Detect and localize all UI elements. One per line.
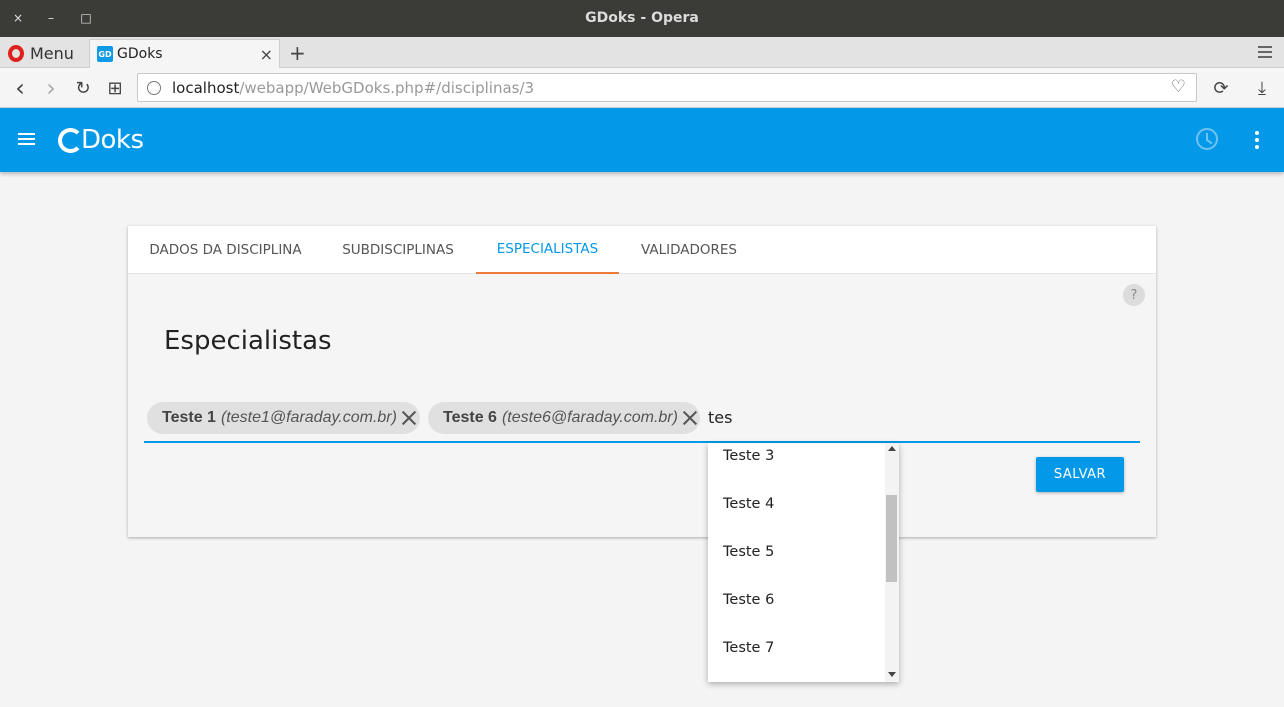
browser-navbar: ‹ › ↻ ⊞ localhost /webapp/WebGDoks.php#/… [0,68,1284,108]
reload-button[interactable]: ↻ [72,77,94,99]
chip-especialista: Teste 1 (teste1@faraday.com.br) [147,402,420,434]
menu-icon[interactable] [18,133,35,148]
speed-dial-icon[interactable]: ⊞ [104,77,126,99]
window-title: GDoks - Opera [585,10,699,26]
back-button[interactable]: ‹ [9,74,31,102]
dropdown-option[interactable]: Teste 3 [723,448,774,464]
tab-menu-icon[interactable] [1258,46,1272,61]
chip-search-input[interactable]: tes [708,408,732,427]
chip-email: (teste6@faraday.com.br) [501,409,678,426]
logo-g-mark [58,127,83,153]
chip-remove-icon[interactable] [400,409,418,427]
chip-name: Teste 1 [162,409,216,426]
sync-icon[interactable]: ⟳ [1210,77,1232,99]
forward-button[interactable]: › [40,74,62,102]
tab-subdisciplinas[interactable]: SUBDISCIPLINAS [323,226,473,274]
gdoks-favicon-icon: GD [97,46,113,62]
section-title: Especialistas [164,326,332,356]
tab-validadores[interactable]: VALIDADORES [619,226,759,274]
url-path: /webapp/WebGDoks.php#/disciplinas/3 [239,78,535,97]
dropdown-option[interactable]: Teste 5 [723,544,774,560]
chip-name: Teste 6 [443,409,497,426]
tab-title: GDoks [117,46,163,62]
app-header: Doks [0,108,1284,172]
chip-remove-icon[interactable] [681,409,699,427]
url-host: localhost [172,78,240,97]
card-tabs: DADOS DA DISCIPLINA SUBDISCIPLINAS ESPEC… [128,226,1156,274]
more-vert-icon[interactable] [1255,131,1261,152]
logo-text: Doks [81,125,144,155]
browser-tabstrip: Menu GD GDoks × + [0,37,1284,68]
especialistas-chip-input[interactable]: Teste 1 (teste1@faraday.com.br) Teste 6 … [144,400,1140,443]
opera-menu-button[interactable]: Menu [8,43,74,63]
tab-especialistas[interactable]: ESPECIALISTAS [476,226,619,274]
browser-tab-gdoks[interactable]: GD GDoks × [89,39,280,68]
save-button[interactable]: SALVAR [1036,457,1124,492]
scrollbar-thumb[interactable] [886,495,897,582]
scroll-up-arrow-icon[interactable] [888,446,896,451]
tab-close-icon[interactable]: × [260,45,273,64]
dropdown-option[interactable]: Teste 4 [723,496,774,512]
dropdown-scrollbar[interactable] [885,443,899,682]
dropdown-option[interactable]: Teste 6 [723,592,774,608]
gdoks-logo: Doks [58,124,144,156]
chip-especialista: Teste 6 (teste6@faraday.com.br) [428,402,700,434]
disciplina-card: DADOS DA DISCIPLINA SUBDISCIPLINAS ESPEC… [128,226,1156,537]
new-tab-button[interactable]: + [289,41,306,65]
bookmark-heart-icon[interactable]: ♡ [1171,77,1186,97]
opera-menu-label: Menu [30,43,74,63]
scroll-down-arrow-icon[interactable] [888,672,896,677]
tab-dados-da-disciplina[interactable]: DADOS DA DISCIPLINA [128,226,323,274]
address-bar[interactable]: localhost /webapp/WebGDoks.php#/discipli… [137,73,1197,102]
chip-email: (teste1@faraday.com.br) [220,409,397,426]
dropdown-option[interactable]: Teste 7 [723,640,774,656]
window-titlebar: × – □ GDoks - Opera [0,0,1284,37]
globe-icon [147,80,161,95]
download-icon[interactable]: ⤓ [1251,77,1273,99]
opera-logo-icon [8,44,24,62]
autocomplete-dropdown: Teste 3 Teste 4 Teste 5 Teste 6 Teste 7 [708,443,899,682]
history-icon[interactable] [1196,128,1218,150]
help-button[interactable]: ? [1123,284,1145,306]
